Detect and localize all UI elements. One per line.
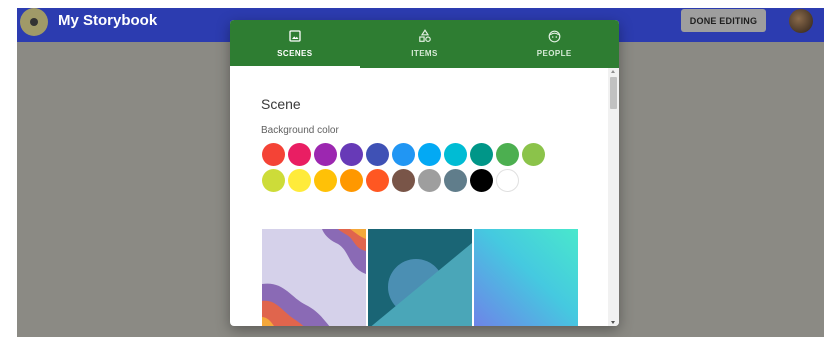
tab-items-label: ITEMS (411, 49, 438, 58)
tab-items[interactable]: ITEMS (360, 20, 490, 68)
scene-thumbnail-waves[interactable] (262, 229, 366, 326)
color-swatch[interactable] (392, 169, 415, 192)
tab-scenes-label: SCENES (277, 49, 313, 58)
color-swatch-row (262, 169, 552, 192)
scroll-down-arrow-icon[interactable] (611, 321, 615, 324)
image-icon (289, 29, 301, 43)
shapes-icon (418, 29, 432, 43)
tab-people-label: PEOPLE (536, 49, 572, 58)
color-swatch[interactable] (366, 143, 389, 166)
logo-dot (30, 18, 38, 26)
app-title: My Storybook (58, 12, 158, 29)
color-swatch[interactable] (496, 169, 519, 192)
background-color-label: Background color (261, 125, 339, 136)
tab-people[interactable]: PEOPLE (489, 20, 619, 68)
color-swatch[interactable] (314, 169, 337, 192)
color-swatch-grid (262, 143, 552, 195)
user-avatar[interactable] (789, 9, 813, 33)
color-swatch[interactable] (288, 143, 311, 166)
scroll-up-arrow-icon[interactable] (611, 70, 615, 73)
color-swatch[interactable] (340, 169, 363, 192)
color-swatch[interactable] (522, 143, 545, 166)
scene-panel: Scene Background color (230, 68, 608, 326)
color-swatch[interactable] (366, 169, 389, 192)
picker-dialog: SCENES ITEMS PEOPLE Scene Background col… (230, 20, 619, 326)
face-icon (548, 29, 561, 43)
color-swatch[interactable] (444, 143, 467, 166)
color-swatch[interactable] (418, 143, 441, 166)
scene-thumbnail-gradient[interactable] (474, 229, 578, 326)
color-swatch[interactable] (496, 143, 519, 166)
color-swatch[interactable] (444, 169, 467, 192)
scene-thumbnails (262, 229, 578, 326)
scene-heading: Scene (261, 96, 301, 112)
color-swatch-row (262, 143, 552, 166)
scene-thumbnail-teal[interactable] (368, 229, 472, 326)
tab-scenes[interactable]: SCENES (230, 20, 360, 68)
color-swatch[interactable] (340, 143, 363, 166)
tab-bar: SCENES ITEMS PEOPLE (230, 20, 619, 68)
color-swatch[interactable] (262, 169, 285, 192)
color-swatch[interactable] (470, 143, 493, 166)
color-swatch[interactable] (470, 169, 493, 192)
scrollbar-thumb[interactable] (610, 77, 617, 109)
color-swatch[interactable] (288, 169, 311, 192)
storybook-logo[interactable] (20, 8, 48, 36)
color-swatch[interactable] (262, 143, 285, 166)
color-swatch[interactable] (392, 143, 415, 166)
panel-scrollbar[interactable] (608, 68, 619, 326)
color-swatch[interactable] (418, 169, 441, 192)
color-swatch[interactable] (314, 143, 337, 166)
done-editing-button[interactable]: DONE EDITING (681, 9, 766, 32)
